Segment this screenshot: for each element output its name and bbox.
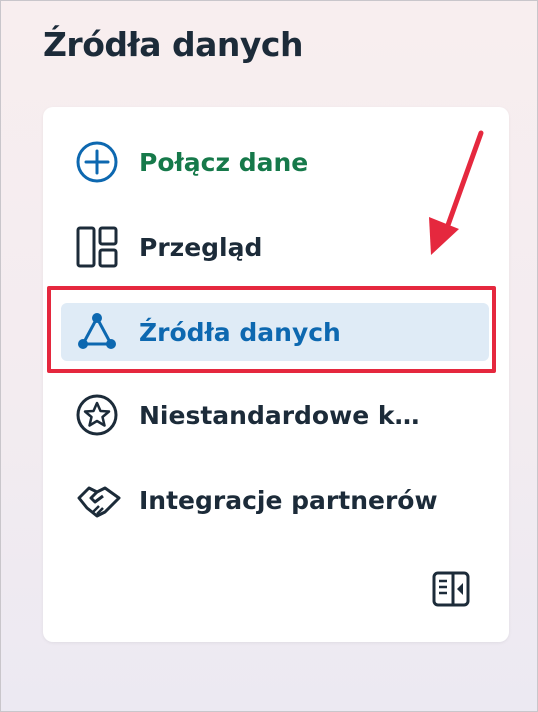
- nav-item-label: Przegląd: [139, 232, 263, 262]
- nav-item-custom[interactable]: Niestandardowe k…: [61, 386, 489, 444]
- collapse-sidebar-button[interactable]: [429, 569, 473, 613]
- handshake-icon: [75, 478, 127, 522]
- nav-item-partner-integrations[interactable]: Integracje partnerów: [61, 471, 489, 529]
- page-title: Źródła danych: [43, 25, 303, 64]
- collapse-panel-icon: [431, 569, 471, 613]
- plus-circle-icon: [75, 140, 127, 184]
- highlight-annotation-box: [47, 286, 496, 373]
- star-circle-icon: [75, 393, 127, 437]
- layout-icon: [75, 225, 127, 269]
- annotation-arrow: [429, 130, 484, 255]
- nav-item-label: Integracje partnerów: [139, 485, 438, 515]
- nav-item-label: Niestandardowe k…: [139, 400, 420, 430]
- nav-item-label: Połącz dane: [139, 147, 309, 177]
